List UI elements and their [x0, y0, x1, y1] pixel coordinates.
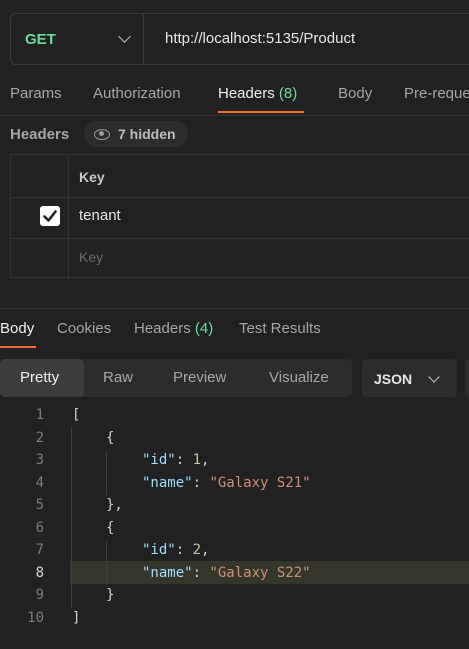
- request-bar: GET http://localhost:5135/Product: [10, 13, 469, 65]
- line-number: 2: [35, 430, 44, 446]
- tab-params[interactable]: Params: [10, 85, 62, 102]
- row-divider: [11, 197, 469, 198]
- json-number: 2: [192, 542, 202, 558]
- new-header-key-input[interactable]: Key: [79, 249, 103, 265]
- response-tab-headers[interactable]: Headers (4): [134, 320, 213, 337]
- json-string: "Galaxy S21": [209, 475, 311, 491]
- hidden-headers-label: 7 hidden: [118, 126, 176, 142]
- view-mode-visualize[interactable]: Visualize: [269, 369, 329, 386]
- line-number: 7: [35, 542, 44, 558]
- response-tab-cookies[interactable]: Cookies: [57, 320, 111, 337]
- line-number: 8: [35, 565, 44, 581]
- response-tab-headers-label: Headers: [134, 320, 191, 337]
- json-number: 1: [192, 452, 202, 468]
- code-token: {: [106, 430, 115, 446]
- line-number: 9: [35, 587, 44, 603]
- checkbox-tenant[interactable]: [40, 206, 60, 226]
- code-token: [: [72, 407, 81, 423]
- tab-headers-count: (8): [278, 85, 298, 102]
- json-key: "id": [142, 542, 176, 558]
- code-line: "id": 2,: [142, 542, 210, 558]
- hidden-headers-toggle[interactable]: 7 hidden: [84, 121, 188, 147]
- response-tab-headers-count: (4): [194, 320, 214, 337]
- tab-body[interactable]: Body: [338, 85, 372, 102]
- method-label: GET: [25, 30, 56, 48]
- json-key: "id": [142, 452, 176, 468]
- column-divider: [68, 155, 69, 279]
- code-line: "id": 1,: [142, 452, 210, 468]
- url-input[interactable]: http://localhost:5135/Product: [165, 30, 355, 47]
- json-string: "Galaxy S22": [209, 565, 311, 581]
- response-tab-test-results[interactable]: Test Results: [239, 320, 321, 337]
- divider: [0, 115, 469, 116]
- method-select[interactable]: GET: [11, 14, 144, 64]
- line-number: 10: [27, 610, 44, 626]
- headers-table: Key tenant Key: [10, 154, 469, 279]
- tab-authorization[interactable]: Authorization: [93, 85, 181, 102]
- active-tab-indicator: [218, 111, 304, 113]
- code-line: "name": "Galaxy S22": [142, 565, 311, 581]
- tab-pre-request[interactable]: Pre-reque: [404, 85, 469, 102]
- wrap-button[interactable]: [465, 359, 469, 397]
- chevron-down-icon: [118, 30, 131, 43]
- line-number: 3: [35, 452, 44, 468]
- indent-guide: [71, 428, 72, 608]
- code-token: ]: [72, 610, 81, 626]
- code-token: },: [106, 497, 123, 513]
- tab-headers-label: Headers: [218, 85, 275, 102]
- column-header-key: Key: [79, 169, 105, 185]
- line-number: 5: [35, 497, 44, 513]
- row-divider: [11, 238, 469, 239]
- headers-section-title: Headers: [10, 126, 70, 143]
- checkmark-icon: [43, 210, 57, 222]
- header-key-tenant[interactable]: tenant: [79, 207, 121, 224]
- line-number: 4: [35, 475, 44, 491]
- code-token: }: [106, 587, 115, 603]
- json-key: "name": [142, 475, 193, 491]
- divider: [0, 308, 469, 309]
- indent-guide: [106, 541, 107, 585]
- tab-headers[interactable]: Headers (8): [218, 85, 297, 102]
- view-mode-pretty[interactable]: Pretty: [20, 369, 59, 386]
- active-response-tab-indicator: [0, 346, 36, 348]
- json-key: "name": [142, 565, 193, 581]
- eye-icon: [94, 128, 110, 140]
- indent-guide: [106, 451, 107, 495]
- code-token: {: [106, 520, 115, 536]
- response-tab-body[interactable]: Body: [0, 320, 34, 337]
- line-number: 1: [35, 407, 44, 423]
- line-number: 6: [35, 520, 44, 536]
- code-line: "name": "Galaxy S21": [142, 475, 311, 491]
- view-mode-raw[interactable]: Raw: [103, 369, 133, 386]
- view-mode-preview[interactable]: Preview: [173, 369, 226, 386]
- format-label: JSON: [374, 371, 413, 387]
